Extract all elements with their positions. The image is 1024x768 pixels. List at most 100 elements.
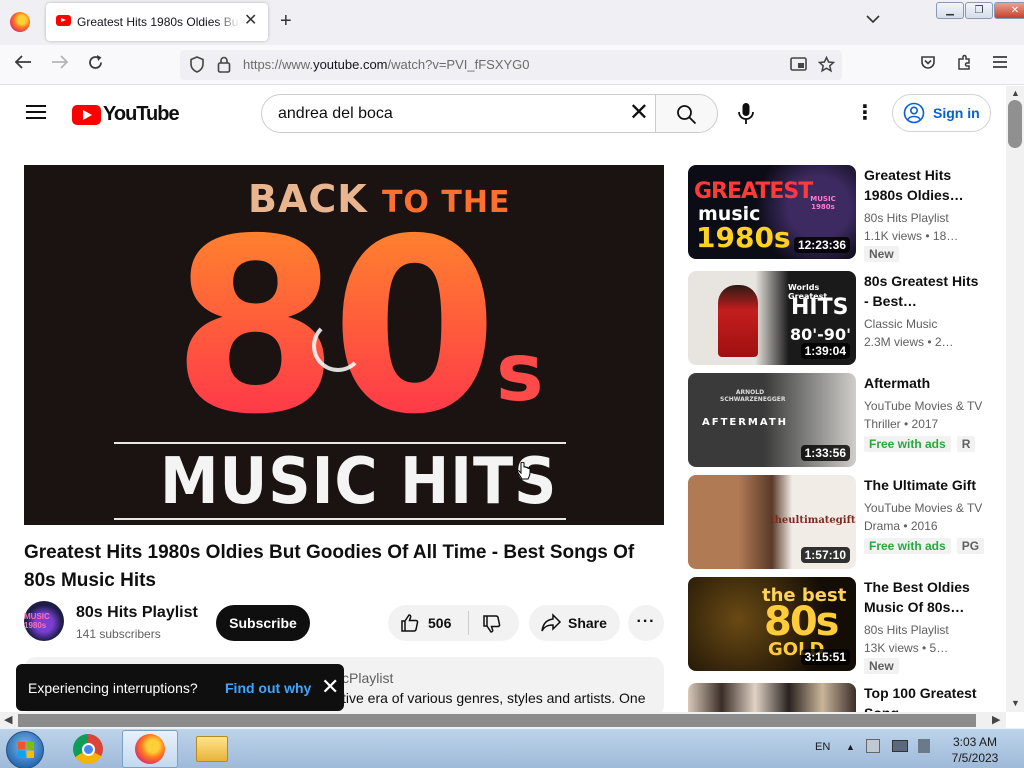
firefox-icon <box>10 12 30 32</box>
sign-in-button[interactable]: Sign in <box>892 94 991 132</box>
channel-name[interactable]: 80s Hits Playlist <box>76 604 198 622</box>
guide-menu-icon[interactable] <box>26 105 46 119</box>
list-all-tabs-chevron-icon[interactable] <box>866 11 880 27</box>
system-clock[interactable]: 3:03 AM 7/5/2023 <box>940 734 1010 766</box>
subscribe-button[interactable]: Subscribe <box>216 605 310 641</box>
rating-badge: R <box>956 436 976 452</box>
related-video-channel: 80s Hits Playlist <box>864 623 949 637</box>
browser-tab-active[interactable]: Greatest Hits 1980s Oldies But Goodies O… <box>46 3 268 41</box>
hand-cursor-icon <box>517 462 531 480</box>
forward-arrow-icon[interactable] <box>51 54 69 75</box>
like-dislike-group: 506 <box>388 605 519 641</box>
search-query-text: andrea del boca <box>278 105 393 122</box>
new-tab-button[interactable]: + <box>280 9 292 33</box>
tab-close-icon[interactable]: ✕ <box>244 12 257 30</box>
video-duration: 12:23:36 <box>793 237 850 253</box>
picture-in-picture-icon[interactable] <box>790 56 807 76</box>
like-divider <box>468 611 469 635</box>
scroll-down-icon[interactable]: ▼ <box>1011 698 1020 708</box>
related-video-meta: 13K views • 5… <box>864 641 949 655</box>
youtube-header: YouTube andrea del boca ✕ ⋮ Sign in <box>0 86 1006 142</box>
settings-more-icon[interactable]: ⋮ <box>855 103 875 123</box>
voice-search-button[interactable] <box>729 96 763 130</box>
lock-icon[interactable] <box>217 56 231 77</box>
page-scrollbar[interactable]: ▲ ▼ <box>1006 86 1024 712</box>
video-frame-text-s: s <box>496 326 544 419</box>
pocket-icon[interactable] <box>920 54 936 75</box>
chrome-taskbar-button[interactable] <box>60 730 116 768</box>
related-video-channel: 80s Hits Playlist <box>864 211 949 225</box>
related-video-channel: YouTube Movies & TV <box>864 399 983 413</box>
thumbs-up-icon[interactable] <box>400 613 420 633</box>
scroll-left-icon[interactable]: ◀ <box>4 713 12 726</box>
horizontal-scrollbar[interactable]: ◀ ▶ <box>0 712 1006 729</box>
find-out-why-link[interactable]: Find out why <box>225 680 311 696</box>
description-line-2: tive era of various genres, styles and a… <box>342 690 646 706</box>
related-video-title: Top 100 Greatest Song… <box>864 685 977 712</box>
language-indicator[interactable]: EN <box>815 741 830 753</box>
back-arrow-icon[interactable] <box>14 54 32 75</box>
video-duration: 1:33:56 <box>800 445 850 461</box>
new-badge: New <box>864 246 899 262</box>
related-video[interactable]: GREATEST music 1980s MUSIC 1980s 12:23:3… <box>688 165 988 262</box>
tracking-shield-icon[interactable] <box>189 56 205 77</box>
video-thumbnail[interactable]: theultimategift 1:57:10 <box>688 475 856 569</box>
clear-search-icon[interactable]: ✕ <box>629 99 649 127</box>
video-frame-text-music-hits: MUSIC HITS <box>160 445 558 519</box>
show-hidden-icons-icon[interactable]: ▲ <box>846 742 855 752</box>
scroll-right-icon[interactable]: ▶ <box>992 713 1000 726</box>
extensions-icon[interactable] <box>956 54 973 76</box>
related-video[interactable]: Worlds Greatest HITS 80'-90' 1:39:04 80s… <box>688 271 988 367</box>
explorer-taskbar-button[interactable] <box>184 730 240 768</box>
video-thumbnail[interactable]: ARNOLD SCHWARZENEGGER AFTERMATH 1:33:56 <box>688 373 856 467</box>
share-button[interactable]: Share <box>529 605 620 641</box>
scroll-up-icon[interactable]: ▲ <box>1011 88 1020 98</box>
youtube-play-logo-icon <box>72 104 101 125</box>
related-video-meta: Thriller • 2017 <box>864 417 939 431</box>
reload-icon[interactable] <box>87 54 104 76</box>
volume-icon[interactable] <box>918 739 930 753</box>
youtube-favicon-icon <box>56 15 71 26</box>
related-video[interactable]: theultimategift 1:57:10 The Ultimate Gif… <box>688 475 988 571</box>
free-with-ads-badge: Free with ads <box>864 436 951 452</box>
video-thumbnail[interactable] <box>688 683 856 712</box>
video-thumbnail[interactable]: the best 80s GOLD 3:15:51 <box>688 577 856 671</box>
loading-spinner-icon <box>312 320 364 372</box>
related-video[interactable]: ARNOLD SCHWARZENEGGER AFTERMATH 1:33:56 … <box>688 373 988 469</box>
related-video-meta: Drama • 2016 <box>864 519 938 533</box>
firefox-taskbar-button[interactable] <box>122 730 178 768</box>
video-thumbnail[interactable]: Worlds Greatest HITS 80'-90' 1:39:04 <box>688 271 856 365</box>
microphone-icon <box>738 103 754 124</box>
related-video-meta: 2.3M views • 2… <box>864 335 954 349</box>
action-center-icon[interactable] <box>866 739 880 753</box>
related-video-channel: YouTube Movies & TV <box>864 501 983 515</box>
scrollbar-thumb[interactable] <box>1008 100 1022 148</box>
toast-close-icon[interactable]: ✕ <box>321 676 339 698</box>
related-video[interactable]: the best 80s GOLD 3:15:51 The Best Oldie… <box>688 577 988 674</box>
restore-button[interactable]: ❐ <box>965 2 993 19</box>
search-button[interactable] <box>655 94 718 133</box>
youtube-logo-text: YouTube <box>103 103 180 125</box>
minimize-button[interactable]: ▁ <box>936 2 964 19</box>
app-menu-icon[interactable] <box>992 54 1008 74</box>
account-icon <box>903 102 925 124</box>
video-title: Greatest Hits 1980s Oldies But Goodies O… <box>24 542 635 591</box>
video-player[interactable]: BACK TO THE 80 s MUSIC HITS <box>24 165 664 525</box>
close-window-button[interactable]: ✕ <box>994 2 1024 19</box>
bookmark-star-icon[interactable] <box>817 55 836 77</box>
like-count[interactable]: 506 <box>428 615 451 631</box>
video-thumbnail[interactable]: GREATEST music 1980s MUSIC 1980s 12:23:3… <box>688 165 856 259</box>
thumbs-down-icon[interactable] <box>482 614 502 634</box>
horizontal-scrollbar-thumb[interactable] <box>18 714 976 727</box>
channel-avatar[interactable]: MUSIC 1980s <box>24 601 64 641</box>
start-button[interactable] <box>6 731 44 768</box>
window-controls: ▁ ❐ ✕ <box>936 2 1024 20</box>
more-actions-button[interactable]: ··· <box>628 605 664 641</box>
tab-title: Greatest Hits 1980s Oldies But Goodies O… <box>77 15 240 29</box>
related-video[interactable]: Top 100 Greatest Song… <box>688 683 988 712</box>
url-bar[interactable]: https://www.youtube.com/watch?v=PVI_fFSX… <box>180 50 842 80</box>
video-duration: 3:15:51 <box>800 649 850 665</box>
network-icon[interactable] <box>892 740 908 752</box>
search-input[interactable]: andrea del boca ✕ <box>261 94 655 133</box>
youtube-logo[interactable]: YouTube <box>72 103 180 126</box>
